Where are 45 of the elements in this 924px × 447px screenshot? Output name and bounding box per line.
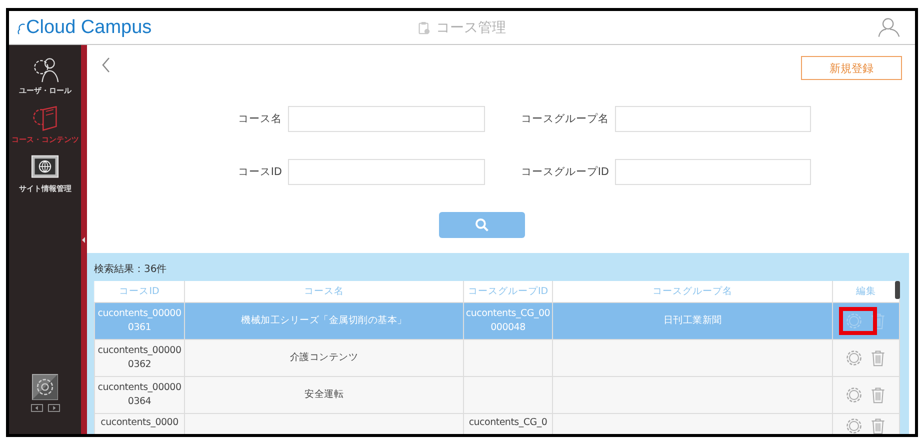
table-cell: cucontents_000000364 <box>98 382 182 407</box>
table-row[interactable]: cucontents_0000 cucontents_CG_0 <box>94 414 900 434</box>
column-header: コースID <box>94 281 184 302</box>
next-icon[interactable] <box>48 404 60 412</box>
trash-icon[interactable] <box>869 385 887 405</box>
search-icon <box>475 218 489 232</box>
scrollbar[interactable] <box>895 281 900 299</box>
column-header: コースグループ名 <box>552 281 832 302</box>
table-cell: cucontents_CG_0 <box>468 417 548 428</box>
field-label: コースグループID <box>520 165 609 179</box>
field-label: コース名 <box>237 112 282 126</box>
previous-icon[interactable] <box>30 404 42 412</box>
table-cell: cucontents_CG_00000048 <box>466 308 550 333</box>
settings-icon[interactable] <box>845 348 863 368</box>
table-cell: cucontents_000000361 <box>98 308 182 333</box>
table-row[interactable]: cucontents_000000362 介護コンテンツ <box>94 340 900 376</box>
text-field[interactable] <box>288 106 485 132</box>
user-icon[interactable] <box>877 17 901 38</box>
cloud-icon <box>17 20 26 36</box>
search-button[interactable] <box>439 212 525 238</box>
result-count: 検索結果：36件 <box>94 262 167 277</box>
text-field[interactable] <box>288 159 485 185</box>
settings-icon[interactable] <box>845 311 863 331</box>
column-header: コースグループID <box>464 281 552 302</box>
table-cell: 機械加工シリーズ「金属切削の基本」 <box>241 314 407 326</box>
back-icon[interactable] <box>101 56 111 74</box>
text-field[interactable] <box>615 159 811 185</box>
table-cell: 安全運転 <box>304 388 344 400</box>
trash-icon[interactable] <box>869 311 887 331</box>
trash-icon[interactable] <box>869 348 887 368</box>
column-header: コース名 <box>184 281 464 302</box>
table-cell: 介護コンテンツ <box>290 352 358 363</box>
table-row[interactable]: cucontents_000000364 安全運転 <box>94 376 900 414</box>
table-cell: cucontents_0000 <box>100 417 178 428</box>
table-cell: 日刊工業新聞 <box>663 314 722 326</box>
field-label: コースグループ名 <box>520 112 609 126</box>
clipboard-icon <box>418 20 430 34</box>
field-label: コースID <box>236 165 282 179</box>
table-cell: cucontents_000000362 <box>98 344 182 370</box>
page-title: コース管理 <box>436 18 506 36</box>
settings-icon[interactable] <box>845 416 863 434</box>
trash-icon[interactable] <box>869 416 887 434</box>
gear-icon[interactable] <box>32 374 58 400</box>
settings-icon[interactable] <box>845 385 863 405</box>
text-field[interactable] <box>615 106 811 132</box>
